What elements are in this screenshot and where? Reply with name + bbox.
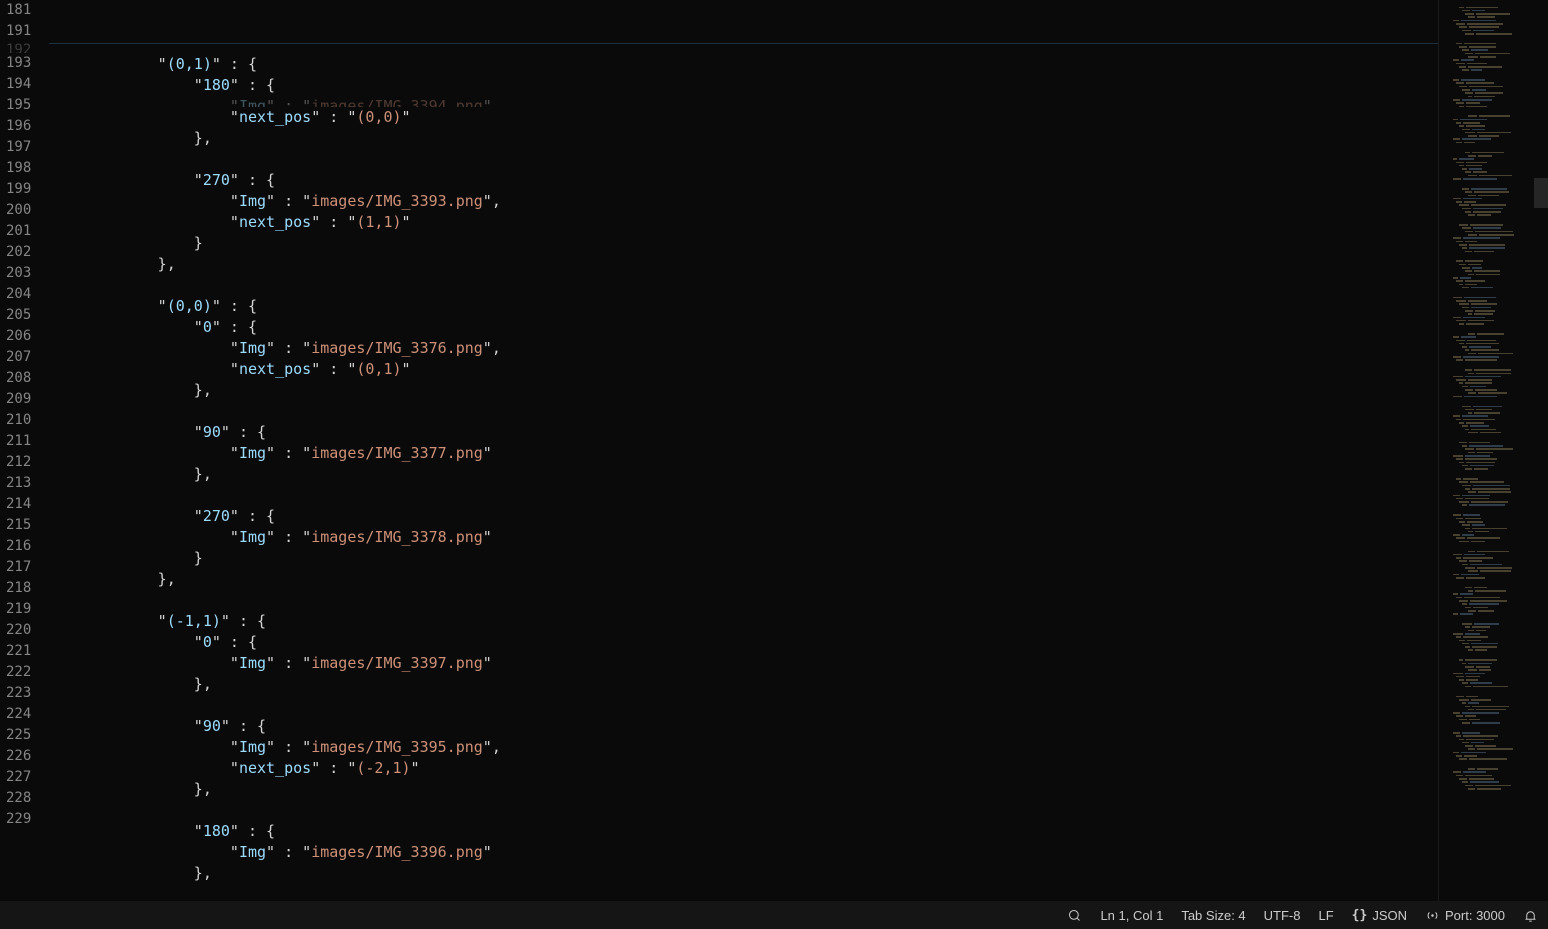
code-line[interactable]: "Img" : "images/IMG_3393.png", xyxy=(49,191,1438,212)
line-number[interactable]: 204 xyxy=(6,284,31,305)
line-number[interactable]: 223 xyxy=(6,683,31,704)
line-number[interactable]: 228 xyxy=(6,788,31,809)
code-line[interactable] xyxy=(49,401,1438,422)
minimap[interactable] xyxy=(1438,0,1548,901)
status-cursor-pos[interactable]: Ln 1, Col 1 xyxy=(1100,908,1163,923)
code-line[interactable] xyxy=(49,275,1438,296)
code-line[interactable]: }, xyxy=(49,380,1438,401)
code-line[interactable] xyxy=(49,590,1438,611)
line-number[interactable]: 209 xyxy=(6,389,31,410)
code-line[interactable]: "Img" : "images/IMG_3396.png" xyxy=(49,842,1438,863)
code-line[interactable]: "next_pos" : "(0,1)" xyxy=(49,359,1438,380)
line-number[interactable]: 211 xyxy=(6,431,31,452)
code-line[interactable]: "0" : { xyxy=(49,317,1438,338)
line-number-gutter[interactable]: 1811911921931941951961971981992002012022… xyxy=(0,0,49,901)
notifications-icon[interactable] xyxy=(1523,908,1538,923)
code-line[interactable]: "Img" : "images/IMG_3397.png" xyxy=(49,653,1438,674)
code-line[interactable]: "90" : { xyxy=(49,716,1438,737)
line-number[interactable]: 200 xyxy=(6,200,31,221)
line-number[interactable]: 225 xyxy=(6,725,31,746)
line-number[interactable]: 214 xyxy=(6,494,31,515)
line-number[interactable]: 195 xyxy=(6,95,31,116)
line-number[interactable]: 224 xyxy=(6,704,31,725)
code-line[interactable]: "180" : { xyxy=(49,75,1438,96)
code-line[interactable]: }, xyxy=(49,254,1438,275)
code-line[interactable]: }, xyxy=(49,863,1438,884)
line-number[interactable]: 218 xyxy=(6,578,31,599)
line-number[interactable]: 229 xyxy=(6,809,31,830)
line-number[interactable]: 191 xyxy=(6,21,31,42)
code-line[interactable]: } xyxy=(49,548,1438,569)
status-tab-size[interactable]: Tab Size: 4 xyxy=(1181,908,1245,923)
code-line[interactable]: }, xyxy=(49,674,1438,695)
line-number[interactable]: 194 xyxy=(6,74,31,95)
code-content[interactable]: "(0,1)" : { "180" : { "Img" : "images/IM… xyxy=(49,0,1438,901)
line-number[interactable]: 197 xyxy=(6,137,31,158)
minimap-viewport-thumb[interactable] xyxy=(1534,178,1548,208)
code-line[interactable]: "Img" : "images/IMG_3376.png", xyxy=(49,338,1438,359)
code-line[interactable]: "Img" : "images/IMG_3377.png" xyxy=(49,443,1438,464)
code-line[interactable]: } xyxy=(49,233,1438,254)
code-line[interactable]: "next_pos" : "(1,1)" xyxy=(49,212,1438,233)
line-number[interactable]: 222 xyxy=(6,662,31,683)
line-number[interactable]: 207 xyxy=(6,347,31,368)
code-line[interactable]: "0" : { xyxy=(49,632,1438,653)
code-line[interactable]: }, xyxy=(49,464,1438,485)
code-line[interactable]: }, xyxy=(49,569,1438,590)
line-number[interactable]: 221 xyxy=(6,641,31,662)
line-number[interactable]: 213 xyxy=(6,473,31,494)
code-line[interactable]: "90" : { xyxy=(49,422,1438,443)
line-number[interactable]: 192 xyxy=(6,42,31,53)
line-number[interactable]: 205 xyxy=(6,305,31,326)
line-number[interactable]: 220 xyxy=(6,620,31,641)
status-language[interactable]: {} JSON xyxy=(1352,908,1407,923)
line-number[interactable]: 210 xyxy=(6,410,31,431)
code-line[interactable] xyxy=(49,149,1438,170)
feedback-icon[interactable] xyxy=(1067,908,1082,923)
line-number[interactable]: 201 xyxy=(6,221,31,242)
line-number[interactable]: 226 xyxy=(6,746,31,767)
status-encoding[interactable]: UTF-8 xyxy=(1264,908,1301,923)
line-number[interactable]: 219 xyxy=(6,599,31,620)
code-line[interactable]: "180" : { xyxy=(49,821,1438,842)
tab-underline xyxy=(49,43,1438,44)
code-line[interactable] xyxy=(49,695,1438,716)
line-number[interactable]: 193 xyxy=(6,53,31,74)
broadcast-icon xyxy=(1425,908,1440,923)
editor-area: 1811911921931941951961971981992002012022… xyxy=(0,0,1548,901)
status-language-label: JSON xyxy=(1372,908,1407,923)
code-line[interactable]: "next_pos" : "(-2,1)" xyxy=(49,758,1438,779)
code-line[interactable]: "Img" : "images/IMG_3394.png", xyxy=(49,96,1438,107)
code-line[interactable]: "(-1,1)" : { xyxy=(49,611,1438,632)
code-line[interactable]: }, xyxy=(49,128,1438,149)
line-number[interactable]: 215 xyxy=(6,515,31,536)
status-bar: Ln 1, Col 1 Tab Size: 4 UTF-8 LF {} JSON… xyxy=(0,901,1548,929)
status-port[interactable]: Port: 3000 xyxy=(1425,908,1505,923)
line-number[interactable]: 208 xyxy=(6,368,31,389)
code-line[interactable] xyxy=(49,800,1438,821)
line-number[interactable]: 199 xyxy=(6,179,31,200)
code-line[interactable]: }, xyxy=(49,779,1438,800)
code-line[interactable]: "(0,1)" : { xyxy=(49,54,1438,75)
line-number[interactable]: 206 xyxy=(6,326,31,347)
status-port-label: Port: 3000 xyxy=(1445,908,1505,923)
code-line[interactable]: "(0,0)" : { xyxy=(49,296,1438,317)
line-number[interactable]: 202 xyxy=(6,242,31,263)
code-line[interactable]: "Img" : "images/IMG_3395.png", xyxy=(49,737,1438,758)
code-line[interactable]: "270" : { xyxy=(49,506,1438,527)
status-eol[interactable]: LF xyxy=(1319,908,1334,923)
code-line[interactable]: "270" : { xyxy=(49,170,1438,191)
line-number[interactable]: 227 xyxy=(6,767,31,788)
line-number[interactable]: 196 xyxy=(6,116,31,137)
line-number[interactable]: 212 xyxy=(6,452,31,473)
code-line[interactable]: "Img" : "images/IMG_3378.png" xyxy=(49,527,1438,548)
line-number[interactable]: 203 xyxy=(6,263,31,284)
code-line[interactable]: "next_pos" : "(0,0)" xyxy=(49,107,1438,128)
braces-icon: {} xyxy=(1352,908,1368,923)
line-number[interactable]: 217 xyxy=(6,557,31,578)
line-number[interactable]: 181 xyxy=(6,0,31,21)
code-line[interactable] xyxy=(49,485,1438,506)
line-number[interactable]: 216 xyxy=(6,536,31,557)
line-number[interactable]: 198 xyxy=(6,158,31,179)
